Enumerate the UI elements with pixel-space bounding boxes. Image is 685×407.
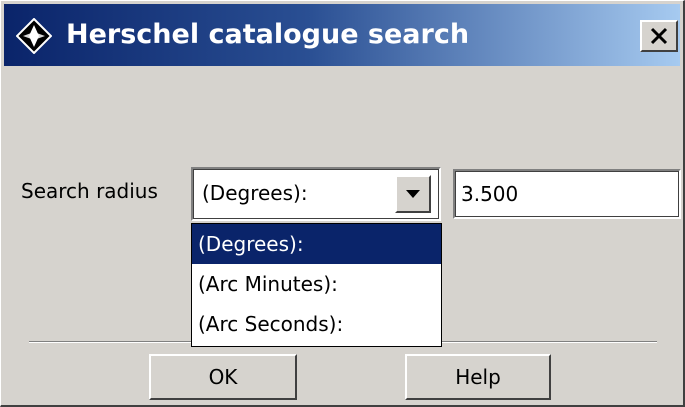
radius-unit-dropdown-list: (Degrees): (Arc Minutes): (Arc Seconds):: [191, 223, 442, 347]
dropdown-option-degrees[interactable]: (Degrees):: [192, 224, 441, 264]
dropdown-option-arc-seconds[interactable]: (Arc Seconds):: [192, 304, 441, 344]
herschel-search-dialog: Herschel catalogue search Search radius …: [0, 0, 685, 407]
ok-button[interactable]: OK: [149, 354, 297, 400]
title-bar[interactable]: Herschel catalogue search: [4, 4, 680, 66]
search-radius-label: Search radius: [21, 179, 158, 203]
dropdown-arrow-button[interactable]: [395, 175, 431, 213]
radius-unit-select[interactable]: (Degrees):: [191, 167, 441, 221]
close-icon: [650, 27, 668, 45]
radius-unit-selected-value: (Degrees):: [202, 181, 308, 205]
dropdown-option-arc-minutes[interactable]: (Arc Minutes):: [192, 264, 441, 304]
diamond-compass-icon: [16, 18, 52, 54]
help-button[interactable]: Help: [405, 354, 551, 400]
close-button[interactable]: [640, 20, 678, 52]
chevron-down-icon: [406, 190, 420, 198]
window-title: Herschel catalogue search: [66, 19, 470, 50]
search-radius-input[interactable]: [453, 169, 681, 219]
